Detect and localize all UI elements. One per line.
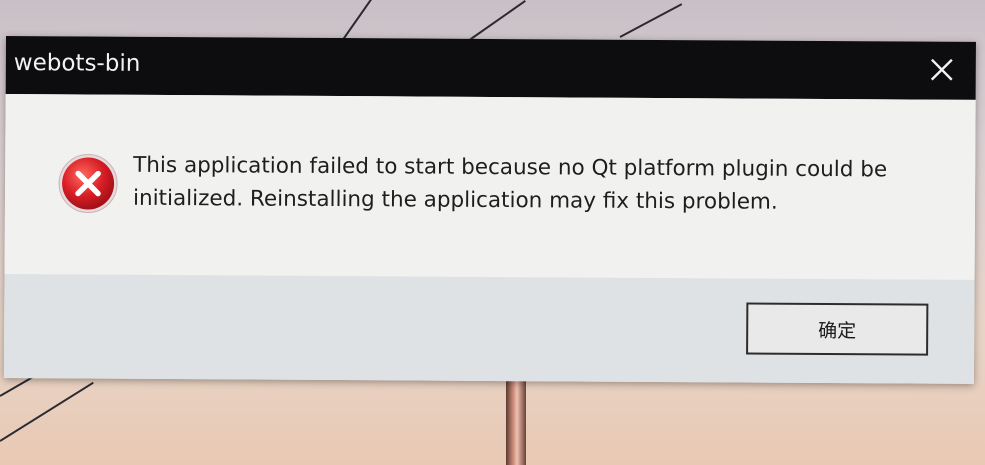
close-icon — [930, 58, 953, 81]
ok-button[interactable]: 确定 — [746, 302, 929, 356]
wallpaper-line — [619, 3, 683, 38]
error-message: This application failed to start because… — [133, 149, 923, 220]
wallpaper-pole — [506, 375, 526, 465]
title-bar: webots-bin — [5, 36, 976, 100]
error-dialog: webots-bin This application failed to st… — [3, 36, 976, 384]
window-title: webots-bin — [13, 50, 141, 77]
wallpaper-line — [467, 0, 526, 42]
error-icon — [58, 154, 118, 214]
close-button[interactable] — [922, 50, 962, 90]
error-message-line: initialized. Reinstalling the applicatio… — [132, 185, 778, 215]
button-area: 确定 — [3, 273, 975, 384]
wallpaper-line — [341, 0, 378, 42]
wallpaper-line — [0, 375, 36, 397]
wallpaper-line — [0, 381, 94, 442]
error-message-line: This application failed to start because… — [133, 152, 888, 183]
message-area: This application failed to start because… — [4, 93, 976, 280]
